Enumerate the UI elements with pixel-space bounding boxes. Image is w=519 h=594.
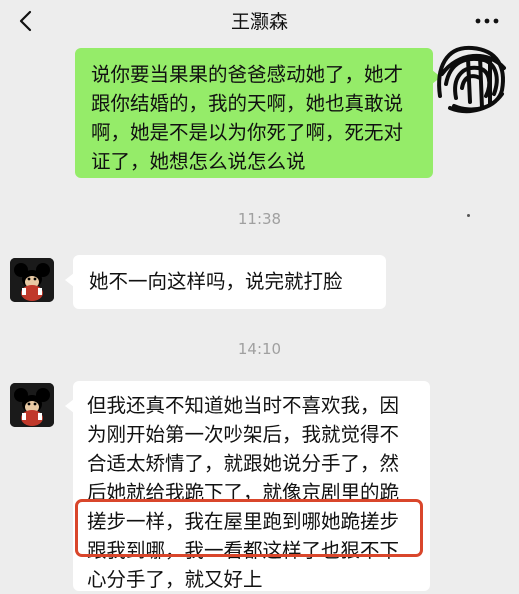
message-bubble-outgoing[interactable]: 说你要当果果的爸爸感动她了，她才跟你结婚的，我的天啊，她也真敢说啊，她是不是以为… — [75, 48, 441, 178]
avatar[interactable] — [10, 383, 54, 427]
timestamp: 11:38 — [237, 210, 282, 228]
avatar[interactable] — [10, 258, 54, 302]
more-horizontal-icon[interactable] — [469, 4, 505, 38]
redaction-scribble — [432, 38, 512, 120]
message-bubble-incoming[interactable]: 但我还真不知道她当时不喜欢我，因为刚开始第一次吵架后，我就觉得不合适太矫情了，就… — [65, 381, 430, 591]
message-bubble-incoming[interactable]: 她不一向这样吗，说完就打脸 — [65, 255, 386, 309]
stray-dot — [467, 214, 470, 217]
timestamp: 14:10 — [237, 340, 282, 358]
highlight-annotation — [75, 499, 423, 557]
